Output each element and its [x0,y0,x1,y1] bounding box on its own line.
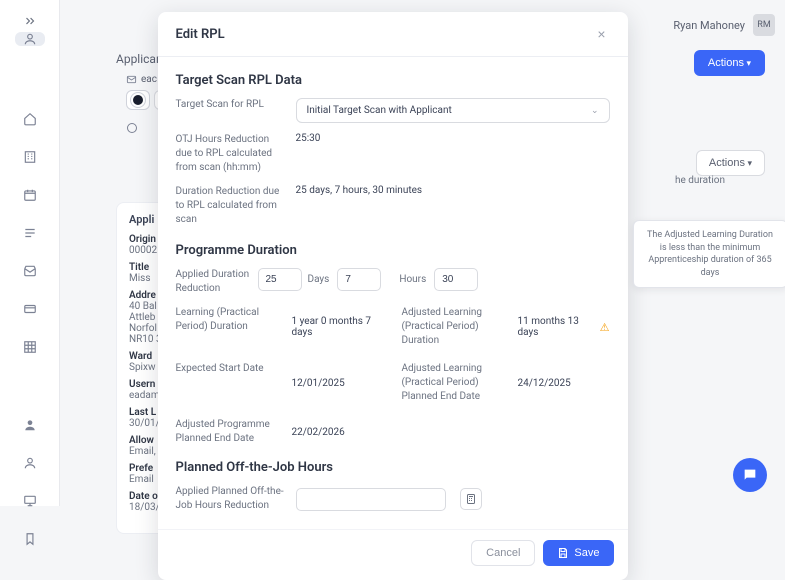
adj-end-label: Adjusted Learning (Practical Period) Pla… [402,362,508,404]
actions-secondary-button[interactable]: Actions [696,150,765,176]
edit-rpl-modal: Edit RPL × Target Scan RPL Data Target S… [158,12,628,580]
expected-start-value: 12/01/2025 [292,362,345,404]
section-title-scan: Target Scan RPL Data [176,73,610,88]
learning-duration-value: 1 year 0 months 7 days [292,306,384,348]
save-label: Save [574,547,599,559]
section-title-programme: Programme Duration [176,243,610,258]
modal-body: Target Scan RPL Data Target Scan for RPL… [158,57,628,529]
chevron-down-icon: ⌄ [591,106,599,116]
breadcrumb-applicant: Applican [116,52,163,66]
applied-otj-input[interactable] [296,488,446,511]
adj-learning-value: 11 months 13 days [518,316,596,338]
sidebar-item-building[interactable] [15,142,45,172]
save-button[interactable]: Save [543,540,613,566]
target-scan-select[interactable]: Initial Target Scan with Applicant ⌄ [296,98,610,123]
duration-min-input[interactable] [434,268,478,291]
actions-primary-button[interactable]: Actions [694,50,765,76]
sidebar-item-user[interactable] [15,32,45,46]
chat-icon [742,467,758,483]
sidebar-item-bookmark[interactable] [15,524,45,554]
adj-end-value: 24/12/2025 [518,362,571,404]
otj-reduction-value: 25:30 [296,133,610,144]
modal-title: Edit RPL [176,27,225,42]
modal-footer: Cancel Save [158,529,628,580]
sidebar [0,0,60,506]
applied-duration-label: Applied Duration Reduction [176,268,250,296]
sidebar-item-calendar[interactable] [15,180,45,210]
expected-start-label: Expected Start Date [176,362,282,404]
modal-header: Edit RPL × [158,12,628,57]
days-label: Days [308,274,330,285]
section-title-otj: Planned Off-the-Job Hours [176,460,610,475]
duration-hours-input[interactable] [337,268,381,291]
pill-1[interactable] [126,90,150,110]
target-scan-label: Target Scan for RPL [176,98,288,112]
sidebar-item-person-solid[interactable] [15,410,45,440]
modal-close-button[interactable]: × [593,24,609,44]
calculator-button[interactable] [460,488,482,510]
sidebar-item-grid[interactable] [15,332,45,362]
mail-icon [126,74,137,85]
sidebar-item-list[interactable] [15,218,45,248]
sidebar-item-person-outline[interactable] [15,448,45,478]
email-text: eac [141,74,157,85]
help-fab[interactable] [733,458,767,492]
hours-label: Hours [399,274,426,285]
sidebar-item-inbox[interactable] [15,256,45,286]
sidebar-item-card[interactable] [15,294,45,324]
sidebar-collapse-toggle[interactable] [16,14,44,28]
duration-reduction-value: 25 days, 7 hours, 30 minutes [296,185,610,196]
duration-reduction-label: Duration Reduction due to RPL calculated… [176,185,288,227]
calculator-icon [465,493,477,505]
cancel-button[interactable]: Cancel [471,540,535,566]
learning-duration-label: Learning (Practical Period) Duration [176,306,282,348]
save-icon [557,547,569,559]
applied-otj-label: Applied Planned Off-the-Job Hours Reduct… [176,485,288,513]
sidebar-item-home[interactable] [15,104,45,134]
target-scan-value: Initial Target Scan with Applicant [307,105,452,116]
warning-tooltip: The Adjusted Learning Duration is less t… [633,220,785,288]
email-row: eac [126,74,157,85]
adj-prog-end-label: Adjusted Programme Planned End Date [176,418,282,446]
sidebar-item-monitor[interactable] [15,486,45,516]
adj-learning-label: Adjusted Learning (Practical Period) Dur… [402,306,508,348]
otj-reduction-label: OTJ Hours Reduction due to RPL calculate… [176,133,288,175]
warning-icon: ⚠ [600,321,610,334]
duration-inputs: Days Hours [258,268,479,291]
info-icon [126,122,138,134]
bg-duration-text: he duration [675,175,725,186]
duration-days-input[interactable] [258,268,302,291]
adj-prog-end-value: 22/02/2026 [292,418,345,446]
